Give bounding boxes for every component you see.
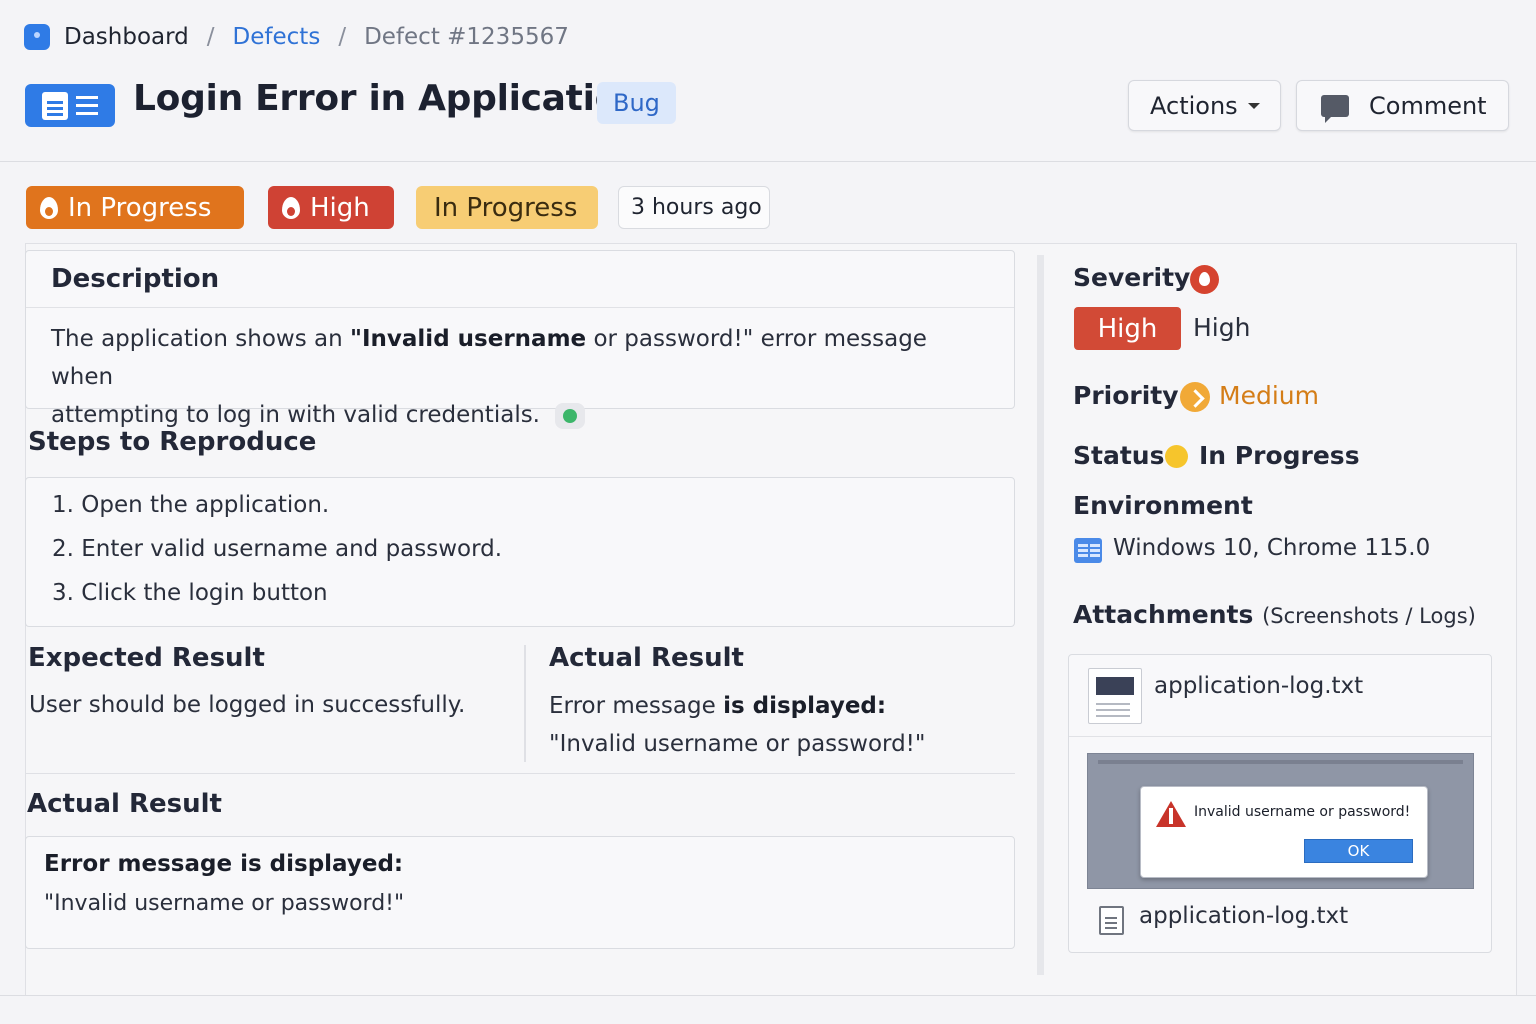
priority-label: Priority: [1073, 381, 1179, 410]
description-strong: "Invalid username: [350, 326, 587, 352]
actual-quote: "Invalid username or password!": [549, 731, 926, 757]
dialog-message: Invalid username or password!: [1194, 804, 1411, 820]
environment-label: Environment: [1073, 491, 1253, 520]
attachment-name[interactable]: application-log.txt: [1154, 673, 1363, 699]
arrow-right-icon: [1180, 382, 1210, 412]
actual-pre: Error message: [549, 693, 724, 719]
expected-heading: Expected Result: [28, 643, 265, 673]
status-chip-progress: In Progress: [26, 186, 244, 229]
chip-label: 3 hours ago: [631, 195, 762, 220]
severity-text: High: [1193, 313, 1251, 342]
comment-label: Comment: [1369, 91, 1487, 120]
breadcrumb-separator: /: [338, 24, 347, 50]
status-value[interactable]: In Progress: [1199, 441, 1360, 470]
chip-label: High: [310, 192, 370, 223]
steps-heading: Steps to Reproduce: [28, 427, 317, 457]
warning-mark: [1169, 808, 1173, 824]
actual-result-strong: Error message is displayed:: [44, 851, 404, 877]
app-icon[interactable]: [24, 24, 50, 50]
file-icon: [1099, 906, 1124, 935]
actions-button[interactable]: Actions: [1128, 80, 1281, 131]
actual-heading-inline: Actual Result: [549, 643, 744, 673]
step-item: 2. Enter valid username and password.: [52, 536, 503, 562]
screenshot-toolbar: [1098, 760, 1463, 764]
attachment-name[interactable]: application-log.txt: [1139, 903, 1348, 929]
expected-text: User should be logged in successfully.: [29, 692, 466, 718]
chip-label: In Progress: [68, 192, 212, 223]
description-panel: Description The application shows an "In…: [25, 250, 1015, 429]
status-label: Status: [1073, 441, 1165, 470]
step-item: 3. Click the login button: [52, 580, 328, 606]
steps-panel: 1. Open the application. 2. Enter valid …: [25, 477, 1015, 627]
file-thumbnail-icon: [1088, 668, 1142, 724]
actions-label: Actions: [1150, 91, 1238, 120]
description-pre: The application shows an: [51, 326, 350, 352]
result-divider: [524, 645, 526, 762]
chat-bubble-icon: [1321, 94, 1349, 123]
step-item: 1. Open the application.: [52, 492, 330, 518]
description-line2: attempting to log in with valid credenti…: [51, 402, 540, 428]
chip-label: In Progress: [434, 192, 578, 223]
attachments-title: Attachments: [1073, 600, 1254, 629]
page-title: Login Error in Application: [133, 78, 645, 119]
flame-icon: [1190, 265, 1219, 294]
severity-label: Severity: [1073, 263, 1191, 292]
actual-strong: is displayed:: [723, 693, 887, 719]
error-dialog: Invalid username or password! OK: [1140, 786, 1428, 878]
priority-chip-high: High: [268, 186, 394, 229]
type-badge: Bug: [597, 82, 676, 124]
online-status-icon: [555, 402, 586, 429]
priority-value[interactable]: Medium: [1219, 381, 1319, 410]
description-text: The application shows an "Invalid userna…: [26, 308, 1014, 434]
breadcrumb-current: Defect #1235567: [364, 24, 569, 50]
dialog-ok-button: OK: [1304, 839, 1413, 863]
column-divider: [1037, 255, 1044, 975]
comment-button[interactable]: Comment: [1296, 80, 1509, 131]
breadcrumb-dashboard[interactable]: Dashboard: [64, 24, 189, 50]
severity-badge: High: [1074, 307, 1181, 350]
header-divider: [0, 161, 1536, 162]
actual-heading: Actual Result: [27, 789, 222, 819]
environment-value: Windows 10, Chrome 115.0: [1113, 535, 1431, 561]
breadcrumb-defects[interactable]: Defects: [233, 24, 321, 50]
flame-icon: [40, 196, 58, 219]
breadcrumb: Dashboard / Defects / Defect #1235567: [24, 22, 569, 52]
document-list-icon: [25, 84, 115, 127]
attachment-item[interactable]: application-log.txt: [1069, 655, 1491, 737]
steps-list: 1. Open the application. 2. Enter valid …: [26, 478, 1014, 622]
actual-result-quote: "Invalid username or password!": [44, 891, 405, 916]
attachments-label: Attachments (Screenshots / Logs): [1073, 600, 1476, 629]
screenshot-preview[interactable]: Invalid username or password! OK: [1087, 753, 1474, 889]
flame-icon: [282, 196, 300, 219]
chevron-down-icon: [1247, 102, 1260, 109]
attachments-subtitle: (Screenshots / Logs): [1262, 604, 1476, 628]
timestamp-chip: 3 hours ago: [618, 186, 770, 229]
status-dot-icon: [1165, 445, 1188, 468]
footer-divider: [0, 995, 1536, 996]
actual-result-panel: Error message is displayed: "Invalid use…: [25, 836, 1015, 949]
actual-text-inline: Error message is displayed: "Invalid use…: [549, 687, 925, 763]
window-icon: [1074, 538, 1102, 563]
description-heading: Description: [26, 251, 1014, 308]
breadcrumb-separator: /: [206, 24, 215, 50]
section-divider: [25, 773, 1015, 774]
state-chip: In Progress: [416, 186, 598, 229]
